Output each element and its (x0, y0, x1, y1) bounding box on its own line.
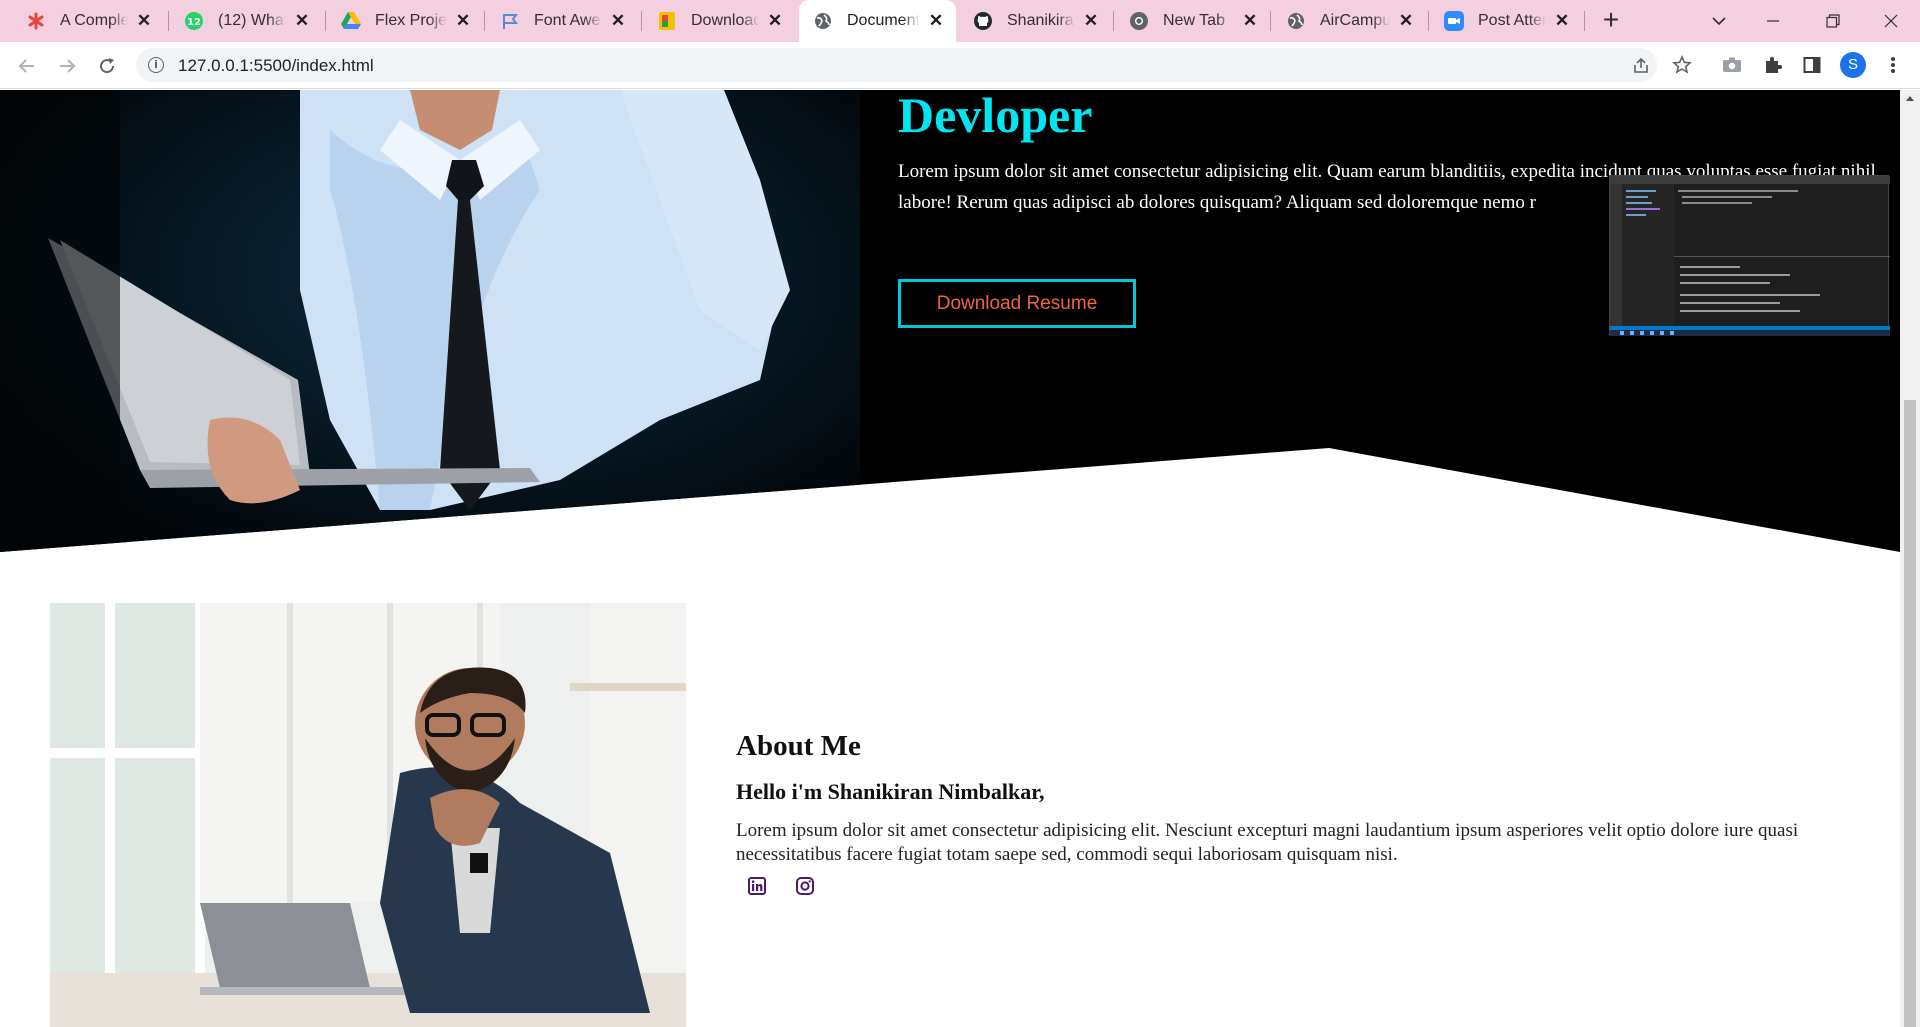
hero-photo (0, 90, 860, 552)
tab-title: Flex Project (375, 12, 447, 29)
google-drive-icon (341, 11, 361, 31)
asterisk-icon (26, 11, 46, 31)
page-viewport: Devloper Lorem ipsum dolor sit amet cons… (0, 90, 1900, 1027)
browser-toolbar: i 127.0.0.1:5500/index.html S (0, 42, 1920, 89)
profile-avatar[interactable]: S (1840, 52, 1866, 78)
tab-strip: A Complete ✕ 12 (12) Whats/ ✕ Flex Proje… (0, 0, 1920, 42)
restore-button[interactable] (1810, 6, 1856, 36)
restore-icon (1826, 14, 1840, 28)
page-scrollbar[interactable] (1900, 90, 1920, 1027)
site-info-icon[interactable]: i (148, 57, 164, 73)
instagram-icon (796, 877, 814, 895)
linkedin-icon (748, 877, 766, 895)
tab-post-attend[interactable]: Post Attend ✕ (1430, 0, 1582, 42)
about-paragraph: Lorem ipsum dolor sit amet consectetur a… (736, 820, 1799, 865)
kebab-menu-icon[interactable] (1880, 52, 1906, 78)
globe-icon (813, 11, 833, 31)
tab-separator (325, 11, 326, 31)
minimize-button[interactable] (1750, 6, 1796, 36)
close-icon[interactable]: ✕ (926, 11, 946, 31)
tab-separator (484, 11, 485, 31)
tab-search-button[interactable] (1696, 6, 1742, 36)
instagram-link[interactable] (795, 876, 815, 896)
hero-heading: Devloper (898, 90, 1093, 143)
reload-icon (100, 58, 115, 74)
tab-title: Font Aweso (534, 12, 602, 29)
reload-button[interactable] (92, 51, 122, 81)
globe-icon (1286, 11, 1306, 31)
tab-separator (1428, 11, 1429, 31)
tab-separator (1270, 11, 1271, 31)
share-icon[interactable] (1631, 56, 1651, 76)
tab-title: A Complete (60, 12, 128, 29)
tab-font-awesome[interactable]: Font Aweso ✕ (486, 0, 638, 42)
close-icon[interactable]: ✕ (765, 11, 785, 31)
tab-title: Shanikiran/ (1007, 12, 1075, 29)
about-subtitle: Hello i'm Shanikiran Nimbalkar, (736, 779, 1045, 804)
tab-separator (641, 11, 642, 31)
url-text[interactable]: 127.0.0.1:5500/index.html (178, 56, 374, 76)
tab-title: Document (847, 12, 920, 29)
tab-title: (12) Whats/ (218, 12, 286, 29)
tab-aircampus[interactable]: AirCampus ✕ (1272, 0, 1426, 42)
close-icon[interactable]: ✕ (1081, 11, 1101, 31)
scrollbar-thumb[interactable] (1904, 400, 1916, 1027)
tinypng-icon (657, 11, 677, 31)
linkedin-link[interactable] (747, 876, 767, 896)
tab-title: Post Attend (1478, 12, 1546, 29)
tab-title: New Tab (1163, 12, 1225, 29)
tab-flex-project[interactable]: Flex Project ✕ (327, 0, 483, 42)
screenshot-thumbnail[interactable] (1609, 175, 1890, 336)
tab-new-tab[interactable]: New Tab ✕ (1115, 0, 1270, 42)
close-icon[interactable]: ✕ (453, 11, 473, 31)
back-button[interactable] (12, 51, 42, 81)
flag-icon (500, 11, 520, 31)
tab-a-complete[interactable]: A Complete ✕ (12, 0, 164, 42)
tab-title: Download T (691, 12, 759, 29)
close-icon[interactable]: ✕ (292, 11, 312, 31)
github-icon (973, 11, 993, 31)
minimize-icon (1767, 20, 1779, 22)
camera-icon[interactable] (1719, 52, 1745, 78)
scroll-up-arrow-icon[interactable] (1906, 96, 1914, 101)
new-tab-button[interactable]: + (1596, 6, 1626, 36)
close-icon[interactable]: ✕ (1240, 11, 1260, 31)
whatsapp-icon: 12 (184, 11, 204, 31)
arrow-right-icon (60, 59, 76, 73)
close-window-button[interactable] (1868, 6, 1914, 36)
bookmark-star-icon[interactable] (1669, 52, 1695, 78)
arrow-left-icon (18, 59, 34, 73)
extensions-puzzle-icon[interactable] (1760, 52, 1786, 78)
side-panel-icon[interactable] (1799, 52, 1825, 78)
chrome-icon (1129, 11, 1149, 31)
tab-download[interactable]: Download T ✕ (643, 0, 795, 42)
close-icon[interactable]: ✕ (1396, 11, 1416, 31)
tab-separator (1584, 11, 1585, 31)
forward-button[interactable] (52, 51, 82, 81)
svg-text:12: 12 (187, 17, 201, 28)
close-icon[interactable]: ✕ (134, 11, 154, 31)
address-bar[interactable]: i 127.0.0.1:5500/index.html (136, 48, 1657, 82)
tab-title: AirCampus (1320, 12, 1390, 29)
tab-document[interactable]: Document ✕ (799, 0, 956, 42)
close-icon[interactable]: ✕ (608, 11, 628, 31)
close-icon[interactable]: ✕ (1552, 11, 1572, 31)
tab-github[interactable]: Shanikiran/ ✕ (959, 0, 1111, 42)
tab-separator (1113, 11, 1114, 31)
tab-whatsapp[interactable]: 12 (12) Whats/ ✕ (170, 0, 322, 42)
about-title: About Me (736, 730, 861, 762)
zoom-video-icon (1444, 11, 1464, 31)
close-icon (1884, 14, 1898, 28)
download-resume-button[interactable]: Download Resume (898, 279, 1136, 328)
chevron-down-icon (1712, 17, 1726, 26)
tab-separator (168, 11, 169, 31)
about-photo (50, 603, 686, 1027)
